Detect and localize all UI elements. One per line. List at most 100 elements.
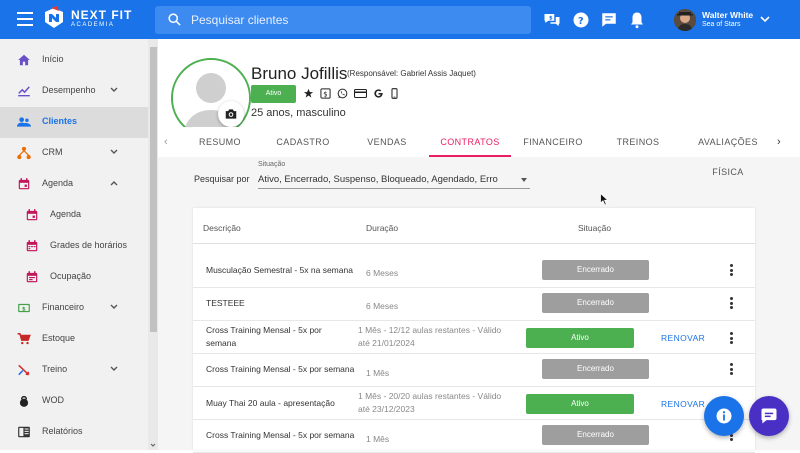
row-duration: 1 Mês - 20/20 aulas restantes - Válido at… [358, 390, 501, 416]
help-icon[interactable]: ? [572, 11, 590, 29]
card-icon[interactable] [354, 88, 367, 99]
user-avatar[interactable] [674, 9, 696, 31]
client-age-gender: 25 anos, masculino [251, 107, 346, 119]
tab-cadastro[interactable]: CADASTRO [263, 127, 343, 157]
training-icon [17, 363, 31, 377]
sidebar-item-label: CRM [42, 147, 63, 157]
sidebar-item-wod[interactable]: WOD [0, 386, 148, 417]
filter-label: Pesquisar por [194, 174, 250, 184]
tab-financeiro[interactable]: FINANCEIRO [513, 127, 593, 157]
help-chat-icon[interactable]: $ [543, 11, 561, 29]
money-icon: $ [17, 301, 31, 315]
sidebar-item-label: WOD [42, 395, 64, 405]
row-description: Cross Training Mensal - 5x por semana [206, 429, 354, 442]
table-row[interactable]: Cross Training Mensal - 5x por semana 1 M… [193, 321, 755, 354]
tab-bar: ‹ RESUMO CADASTRO VENDAS CONTRATOS FINANCEIR… [158, 127, 800, 177]
client-avatar[interactable] [171, 58, 251, 138]
client-responsible: (Responsável: Gabriel Assis Jaquet) [347, 69, 476, 78]
sidebar-item-agenda[interactable]: Agenda [0, 200, 148, 231]
row-description: Musculação Semestral - 5x na semana [206, 264, 353, 277]
tab-vendas[interactable]: VENDAS [351, 127, 423, 157]
svg-text:$: $ [22, 306, 26, 312]
chevron-down-icon[interactable] [109, 147, 119, 157]
renew-button[interactable]: RENOVAR [661, 399, 705, 409]
row-description-line: TESTEEE [206, 298, 245, 308]
sidebar-scrollbar-thumb[interactable] [150, 47, 157, 332]
client-header: Bruno Jofillis (Responsável: Gabriel Ass… [158, 39, 800, 177]
google-icon[interactable] [373, 88, 384, 99]
more-options-icon[interactable] [727, 296, 735, 310]
dollar-icon[interactable]: $ [320, 88, 331, 99]
sidebar-item-estoque[interactable]: Estoque [0, 324, 148, 355]
row-duration: 6 Meses [366, 300, 398, 313]
sidebar-item-ocupação[interactable]: Ocupação [0, 262, 148, 293]
row-description-line: Muay Thai 20 aula - apresentação [206, 398, 335, 408]
sidebar-item-financeiro[interactable]: $ Financeiro [0, 293, 148, 324]
table-row[interactable]: TESTEEE 6 Meses Encerrado [193, 288, 755, 321]
row-description-line: Musculação Semestral - 5x na semana [206, 265, 353, 275]
change-photo-button[interactable] [218, 101, 244, 127]
chevron-down-icon[interactable] [109, 364, 119, 374]
column-header-duration: Duração [366, 223, 399, 233]
status-badge: Ativo [526, 328, 634, 348]
chevron-down-icon[interactable] [759, 14, 771, 24]
chevron-down-icon[interactable] [109, 85, 119, 95]
row-description: Cross Training Mensal - 5x por semana [206, 324, 322, 350]
more-options-icon[interactable] [727, 362, 735, 376]
sidebar-item-início[interactable]: Início [0, 45, 148, 76]
user-organization[interactable]: Sea of Stars [702, 21, 741, 28]
sidebar-item-desempenho[interactable]: Desempenho [0, 76, 148, 107]
report-icon [17, 425, 31, 439]
caret-down-icon[interactable] [521, 178, 527, 182]
tab-resumo[interactable]: RESUMO [188, 127, 252, 157]
logo-text: NEXT FIT [71, 8, 133, 22]
search-input[interactable] [191, 6, 521, 34]
user-name[interactable]: Walter White [702, 10, 753, 20]
chevron-up-icon[interactable] [109, 178, 119, 188]
tab-treinos[interactable]: TREINOS [608, 127, 668, 157]
crm-icon [17, 146, 31, 160]
more-options-icon[interactable] [727, 331, 735, 345]
sidebar-item-label: Treino [42, 364, 68, 374]
tabs-next-icon[interactable]: › [777, 136, 781, 148]
calendar-icon [25, 208, 39, 222]
logo-subtext: ACADEMIA [71, 22, 115, 28]
star-icon[interactable] [303, 88, 314, 99]
table-row[interactable]: Musculação Semestral - 5x na semana 6 Me… [193, 255, 755, 288]
calendar-icon [17, 177, 31, 191]
scroll-down-icon[interactable] [148, 440, 158, 450]
more-options-icon[interactable] [727, 263, 735, 277]
sidebar-item-label: Desempenho [42, 85, 96, 95]
chevron-down-icon[interactable] [109, 302, 119, 312]
sidebar-item-treino[interactable]: Treino [0, 355, 148, 386]
tab-avalia-es-f-sica[interactable]: AVALIAÇÕES FÍSICA [683, 127, 773, 177]
sidebar-item-clientes[interactable]: Clientes [0, 107, 148, 138]
contracts-table: Descrição Duração Situação Musculação Se… [193, 208, 755, 453]
whatsapp-icon[interactable] [337, 88, 348, 99]
sidebar-item-label: Financeiro [42, 302, 85, 312]
sidebar-item-grades-de-horários[interactable]: Grades de horários [0, 231, 148, 262]
table-row[interactable]: Cross Training Mensal - 5x por semana 1 … [193, 354, 755, 387]
messages-icon[interactable] [600, 11, 618, 29]
table-row[interactable]: Muay Thai 20 aula - apresentação 1 Mês -… [193, 387, 755, 420]
table-row[interactable]: Cross Training Mensal - 5x por semana 1 … [193, 420, 755, 453]
chat-support-button[interactable] [749, 396, 789, 436]
sidebar-item-agenda[interactable]: Agenda [0, 169, 148, 200]
logo-icon [45, 6, 63, 28]
row-duration-line: 6 Meses [366, 301, 399, 311]
menu-icon[interactable] [17, 12, 33, 26]
status-badge: Encerrado [542, 293, 649, 313]
situation-select[interactable]: Ativo, Encerrado, Suspenso, Bloqueado, A… [258, 171, 530, 189]
tabs-prev-icon[interactable]: ‹ [164, 136, 168, 148]
notifications-icon[interactable] [628, 11, 646, 29]
svg-text:$: $ [323, 90, 327, 98]
info-button[interactable] [704, 396, 744, 436]
status-badge: Encerrado [542, 425, 649, 445]
row-description: Muay Thai 20 aula - apresentação [206, 397, 335, 410]
renew-button[interactable]: RENOVAR [661, 333, 705, 343]
sidebar-item-label: Agenda [50, 209, 82, 219]
sidebar-item-crm[interactable]: CRM [0, 138, 148, 169]
tab-contratos[interactable]: CONTRATOS [429, 127, 511, 157]
phone-icon[interactable] [390, 88, 399, 99]
sidebar-item-relatórios[interactable]: Relatórios [0, 417, 148, 448]
